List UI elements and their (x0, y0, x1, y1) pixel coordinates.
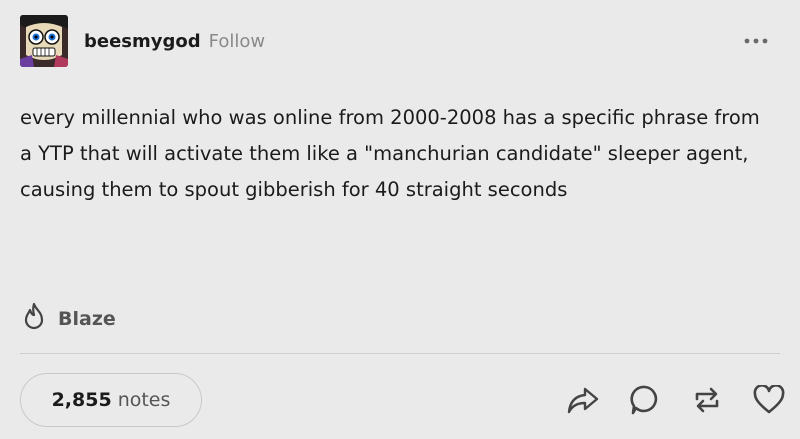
post-actions (538, 380, 786, 420)
post-header: beesmygod Follow (20, 14, 780, 68)
heart-icon[interactable] (752, 383, 786, 417)
avatar[interactable] (20, 15, 68, 67)
notes-button[interactable]: 2,855 notes (20, 373, 202, 427)
follow-button[interactable]: Follow (209, 31, 265, 52)
reply-icon[interactable] (628, 383, 662, 417)
notes-count: 2,855 (51, 389, 112, 411)
more-icon[interactable] (738, 30, 774, 52)
blaze-label: Blaze (58, 308, 116, 330)
flame-icon (20, 302, 48, 336)
avatar-image (20, 15, 68, 67)
divider (20, 353, 780, 354)
blaze-button[interactable]: Blaze (20, 302, 116, 336)
share-icon[interactable] (566, 383, 600, 417)
reblog-icon[interactable] (690, 383, 724, 417)
post-body-text: every millennial who was online from 200… (20, 106, 760, 201)
username-link[interactable]: beesmygod (84, 31, 201, 52)
notes-label: notes (117, 389, 171, 411)
